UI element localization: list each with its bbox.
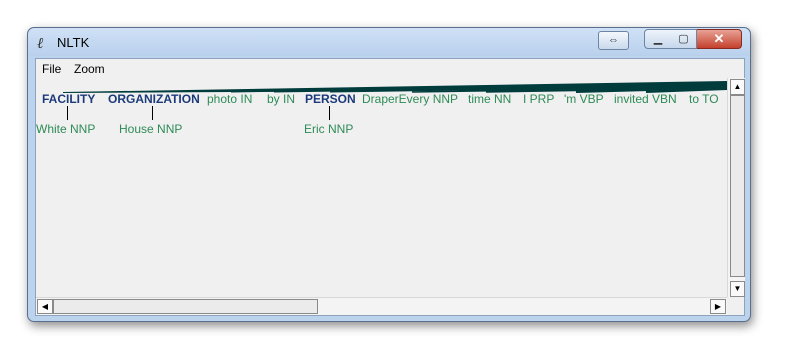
feather-icon: ℓ: [37, 34, 44, 52]
tree-leaf[interactable]: House NNP: [119, 122, 182, 136]
tree-canvas[interactable]: FACILITY ORGANIZATION photo IN by IN PER…: [36, 78, 727, 297]
vertical-scroll-thumb[interactable]: [730, 95, 745, 277]
maximize-button[interactable]: ▢: [671, 29, 697, 49]
child-edge: [329, 106, 330, 120]
close-button[interactable]: ✕: [697, 29, 742, 49]
nltk-window: ℓ NLTK ⇔ ▁ ▢ ✕ File Zoom FACILITY ORGANI…: [27, 27, 751, 322]
minimize-button[interactable]: ▁: [644, 29, 672, 49]
tree-leaf[interactable]: Eric NNP: [304, 122, 353, 136]
tree-leaf[interactable]: DraperEvery NNP: [362, 92, 458, 106]
tree-leaf[interactable]: White NNP: [36, 122, 95, 136]
tree-leaf[interactable]: photo IN: [207, 92, 252, 106]
resize-toggle-button[interactable]: ⇔: [598, 31, 629, 50]
scroll-down-arrow-icon[interactable]: ▼: [730, 281, 745, 297]
horizontal-scroll-thumb[interactable]: [53, 299, 318, 314]
vertical-scrollbar[interactable]: ▲ ▼: [727, 78, 745, 297]
menu-file[interactable]: File: [42, 62, 61, 76]
tree-leaf[interactable]: 'm VBP: [564, 92, 604, 106]
client-area: File Zoom FACILITY ORGANIZATION photo IN…: [35, 58, 745, 316]
scroll-up-arrow-icon[interactable]: ▲: [730, 79, 745, 95]
tree-leaf[interactable]: to TO: [689, 92, 719, 106]
menu-bar: File Zoom: [36, 59, 744, 78]
window-title: NLTK: [57, 35, 90, 50]
tree-leaf[interactable]: time NN: [468, 92, 511, 106]
title-bar[interactable]: ℓ NLTK ⇔ ▁ ▢ ✕: [28, 28, 750, 56]
scroll-left-arrow-icon[interactable]: ◀: [37, 299, 53, 314]
child-edge: [152, 106, 153, 120]
horizontal-scrollbar[interactable]: ◀ ▶: [36, 297, 727, 315]
tree-leaf[interactable]: by IN: [267, 92, 295, 106]
tree-leaf[interactable]: I PRP: [523, 92, 554, 106]
tree-node[interactable]: PERSON: [305, 92, 356, 106]
menu-zoom[interactable]: Zoom: [74, 62, 105, 76]
child-edge: [67, 106, 68, 120]
tree-node[interactable]: FACILITY: [42, 92, 95, 106]
tree-leaf[interactable]: invited VBN: [614, 92, 677, 106]
tree-node[interactable]: ORGANIZATION: [108, 92, 200, 106]
tree-edges: [63, 81, 727, 93]
scroll-right-arrow-icon[interactable]: ▶: [710, 299, 726, 314]
